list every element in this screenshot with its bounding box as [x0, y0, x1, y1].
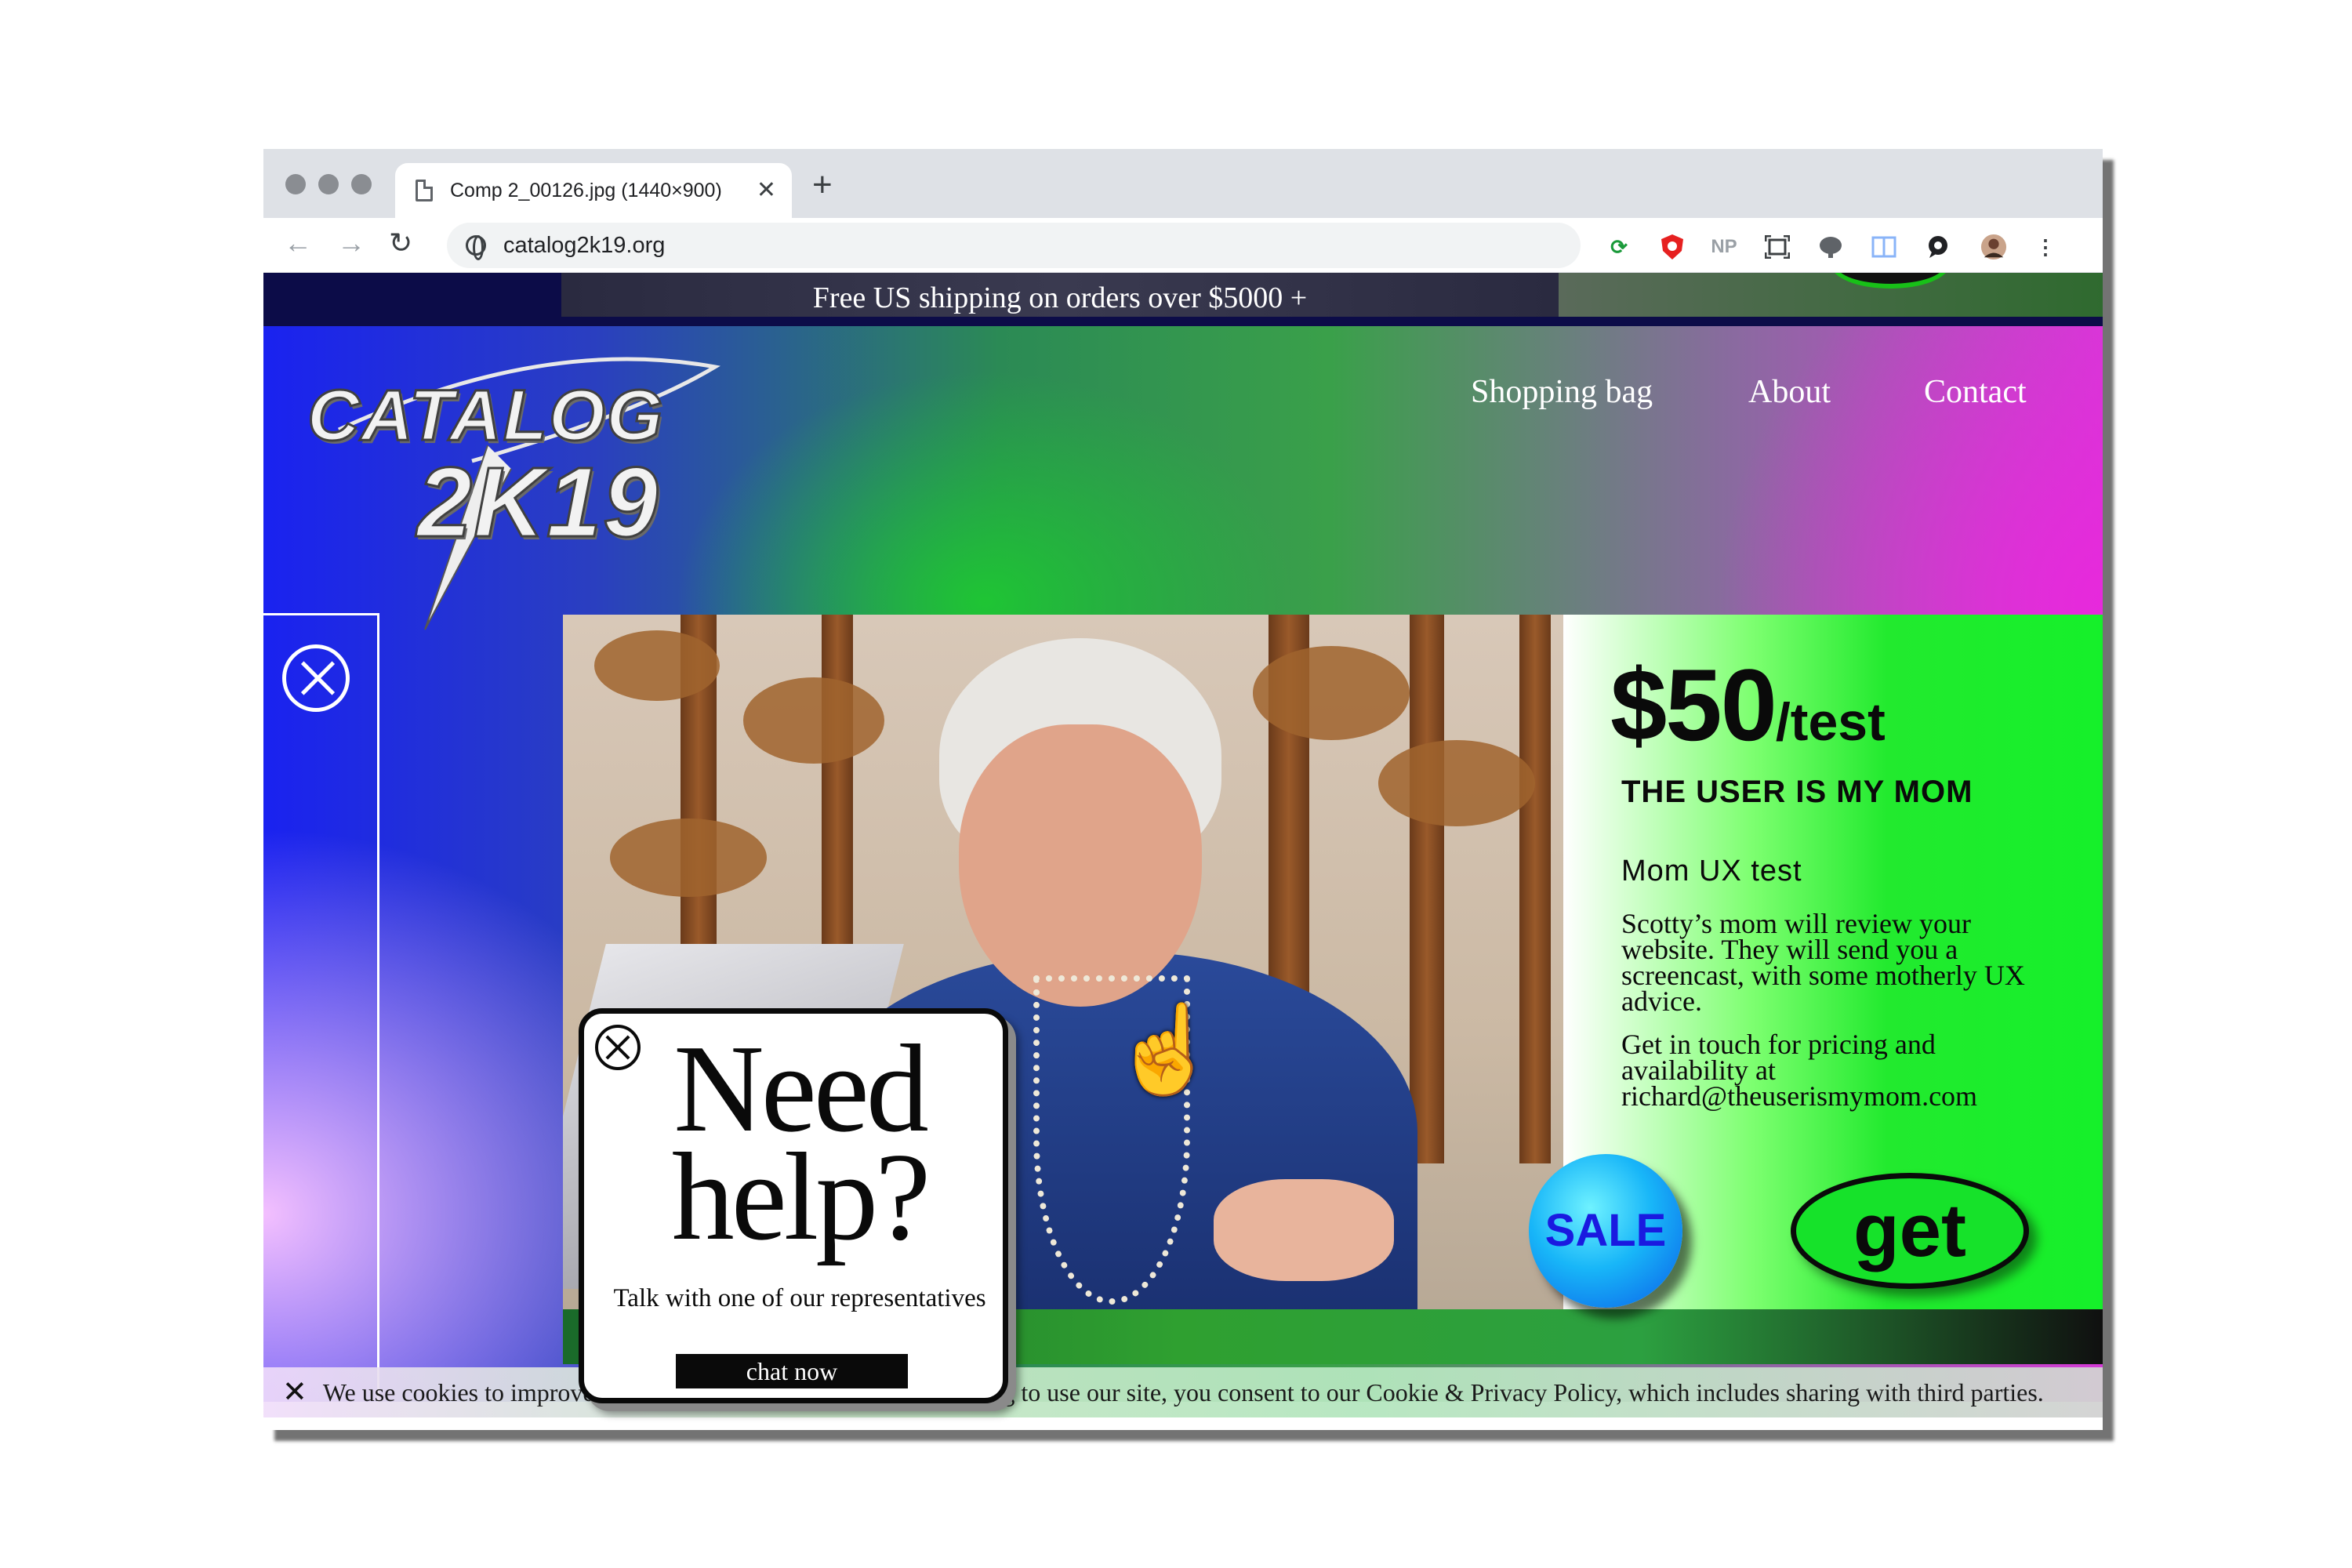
- price: $50/test: [1610, 646, 1886, 764]
- offer-heading: THE USER IS MY MOM: [1621, 775, 1973, 809]
- offer-description: Scotty’s mom will review your website. T…: [1621, 908, 2025, 1017]
- tab-bar: Comp 2_00126.jpg (1440×900) ✕ +: [263, 149, 2103, 218]
- cookie-close-icon[interactable]: ✕: [282, 1377, 307, 1407]
- chat-ext-icon[interactable]: [1924, 234, 1951, 260]
- url-field[interactable]: catalog2k19.org: [447, 223, 1581, 268]
- tab-title: Comp 2_00126.jpg (1440×900): [450, 179, 722, 201]
- photo-foliage: [610, 818, 767, 897]
- nav-shopping-bag[interactable]: Shopping bag: [1471, 373, 1653, 411]
- reader-ext-icon[interactable]: [1871, 234, 1897, 260]
- price-unit: /test: [1775, 692, 1886, 752]
- back-arrow-icon[interactable]: ←: [284, 229, 312, 257]
- new-tab-button[interactable]: +: [812, 168, 833, 202]
- screenshot-ext-icon[interactable]: [1764, 234, 1791, 260]
- photo-tree: [1410, 615, 1444, 1163]
- forward-arrow-icon[interactable]: →: [337, 229, 365, 257]
- globe-icon: [466, 235, 486, 260]
- np-ext-icon[interactable]: NP: [1711, 234, 1737, 260]
- promo-image-right: [1559, 273, 2103, 317]
- help-popup: Need help? Talk with one of our represen…: [579, 1008, 1008, 1403]
- profile-avatar[interactable]: [1980, 234, 2007, 260]
- browser-tab[interactable]: Comp 2_00126.jpg (1440×900) ✕: [395, 163, 792, 218]
- help-title: Need help?: [671, 1018, 931, 1266]
- page-viewport: Free US shipping on orders over $5000 + …: [263, 273, 2103, 1430]
- file-icon: [416, 180, 433, 201]
- photo-foliage: [743, 677, 884, 764]
- window-close-dot[interactable]: [285, 174, 306, 194]
- reload-icon[interactable]: ↻: [389, 229, 412, 257]
- url-text: catalog2k19.org: [503, 232, 666, 258]
- address-bar: ← → ↻ catalog2k19.org ⟳ NP ⋮: [263, 218, 2103, 273]
- photo-foliage: [1253, 646, 1410, 740]
- logo-line-2: 2K19: [416, 446, 660, 559]
- offer-subheading: Mom UX test: [1621, 855, 1802, 887]
- promo-text: Free US shipping on orders over $5000 +: [812, 281, 1308, 314]
- brain-ext-icon[interactable]: [1817, 234, 1844, 260]
- hand-cursor-icon: ☝: [1112, 1001, 1219, 1098]
- window-minimize-dot[interactable]: [318, 174, 339, 194]
- photo-hand-right: [1214, 1179, 1394, 1281]
- window-zoom-dot[interactable]: [351, 174, 372, 194]
- site-logo[interactable]: CATALOG 2K19: [306, 351, 746, 633]
- sale-button[interactable]: SALE: [1529, 1154, 1682, 1308]
- photo-figure-face: [959, 724, 1202, 1007]
- browser-window: Comp 2_00126.jpg (1440×900) ✕ + ← → ↻ ca…: [263, 149, 2103, 1430]
- price-amount: $50: [1610, 648, 1777, 762]
- side-close-icon[interactable]: [282, 644, 350, 712]
- photo-tree: [1519, 615, 1551, 1163]
- nav-about[interactable]: About: [1748, 373, 1831, 411]
- refresh-ext-icon[interactable]: ⟳: [1606, 234, 1632, 260]
- offer-contact: Get in touch for pricing and availabilit…: [1621, 1029, 1978, 1112]
- photo-foliage: [1378, 740, 1535, 826]
- cookie-banner: ✕ We use cookies to improve your shoppin…: [263, 1367, 2103, 1417]
- menu-icon[interactable]: ⋮: [2032, 234, 2059, 260]
- nav-contact[interactable]: Contact: [1924, 373, 2027, 411]
- shield-ext-icon[interactable]: [1659, 234, 1686, 260]
- photo-foliage: [594, 630, 720, 701]
- chat-now-button[interactable]: chat now: [676, 1354, 908, 1388]
- tab-close-icon[interactable]: ✕: [757, 179, 776, 202]
- side-panel-frame: [263, 613, 379, 1430]
- promo-bar: Free US shipping on orders over $5000 +: [263, 273, 2103, 326]
- get-button[interactable]: get: [1791, 1173, 2029, 1289]
- help-subtitle: Talk with one of our representatives: [613, 1284, 986, 1312]
